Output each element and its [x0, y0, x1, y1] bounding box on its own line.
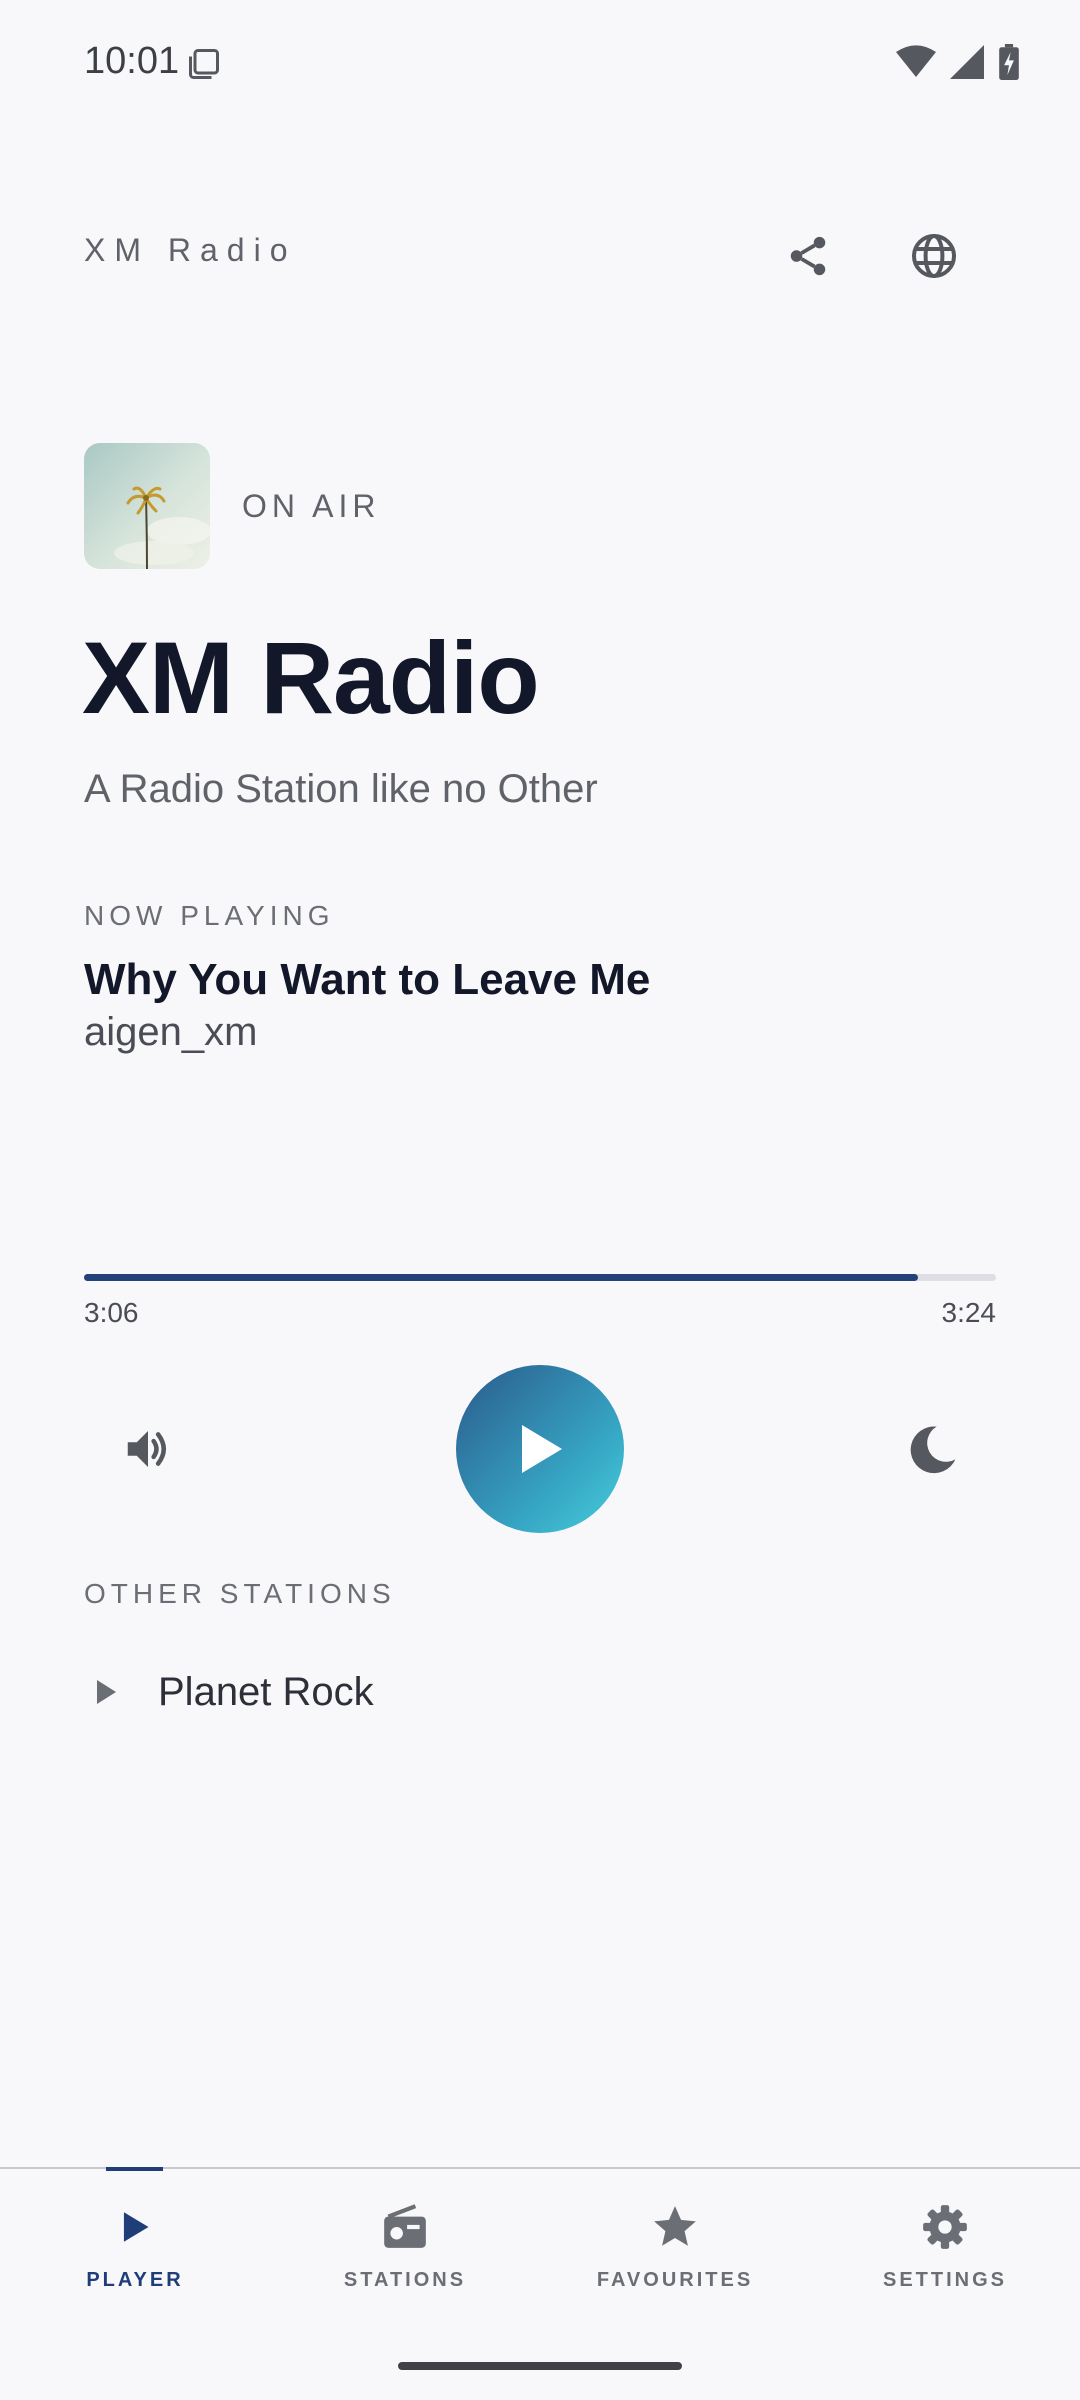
volume-icon [127, 1431, 166, 1467]
cellular-signal-icon [950, 45, 984, 79]
home-indicator[interactable] [398, 2362, 682, 2370]
sleep-timer-button[interactable] [892, 1410, 972, 1490]
station-name: Planet Rock [158, 1669, 374, 1714]
radio-icon [377, 2199, 433, 2255]
play-icon [522, 1425, 562, 1473]
nav-player[interactable]: PLAYER [0, 2167, 270, 2319]
elapsed-time: 3:06 [84, 1297, 139, 1328]
play-icon [107, 2199, 163, 2255]
volume-button[interactable] [108, 1413, 188, 1485]
status-time: 10:01 [84, 40, 180, 82]
play-icon [94, 1677, 124, 1707]
progress-fill [84, 1274, 919, 1281]
star-icon [647, 2199, 703, 2255]
nav-label: STATIONS [343, 2269, 467, 2291]
share-icon [790, 236, 826, 276]
globe-icon [912, 234, 956, 278]
gear-icon [917, 2199, 973, 2255]
wifi-icon [896, 45, 936, 77]
status-icons [896, 44, 1020, 80]
screenshot-notification-icon [189, 49, 219, 79]
app-header-title: XM Radio [84, 232, 297, 268]
nav-settings[interactable]: SETTINGS [810, 2169, 1080, 2319]
other-stations-label: OTHER STATIONS [84, 1578, 396, 1609]
on-air-status: ON AIR [242, 488, 381, 524]
website-button[interactable] [898, 220, 970, 292]
track-artist: aigen_xm [84, 1010, 258, 1054]
active-tab-indicator [106, 2167, 163, 2171]
progress-bar[interactable] [84, 1274, 996, 1281]
total-time: 3:24 [941, 1297, 997, 1328]
station-tagline: A Radio Station like no Other [84, 767, 598, 811]
nav-stations[interactable]: STATIONS [270, 2169, 540, 2319]
battery-charging-icon [999, 44, 1019, 80]
station-title: XM Radio [82, 621, 540, 735]
nav-favourites[interactable]: FAVOURITES [540, 2169, 810, 2319]
station-artwork [84, 443, 210, 569]
nav-label: SETTINGS [882, 2269, 1007, 2291]
play-button[interactable] [456, 1365, 624, 1533]
station-list-item[interactable]: Planet Rock [84, 1650, 996, 1734]
palm-tree-image [84, 443, 210, 569]
nav-label: FAVOURITES [596, 2269, 754, 2291]
track-title: Why You Want to Leave Me [84, 955, 651, 1004]
nav-label: PLAYER [86, 2269, 184, 2291]
share-button[interactable] [772, 220, 844, 292]
status-bar: 10:01 [0, 0, 1080, 130]
now-playing-label: NOW PLAYING [84, 900, 335, 931]
moon-icon [910, 1426, 956, 1474]
